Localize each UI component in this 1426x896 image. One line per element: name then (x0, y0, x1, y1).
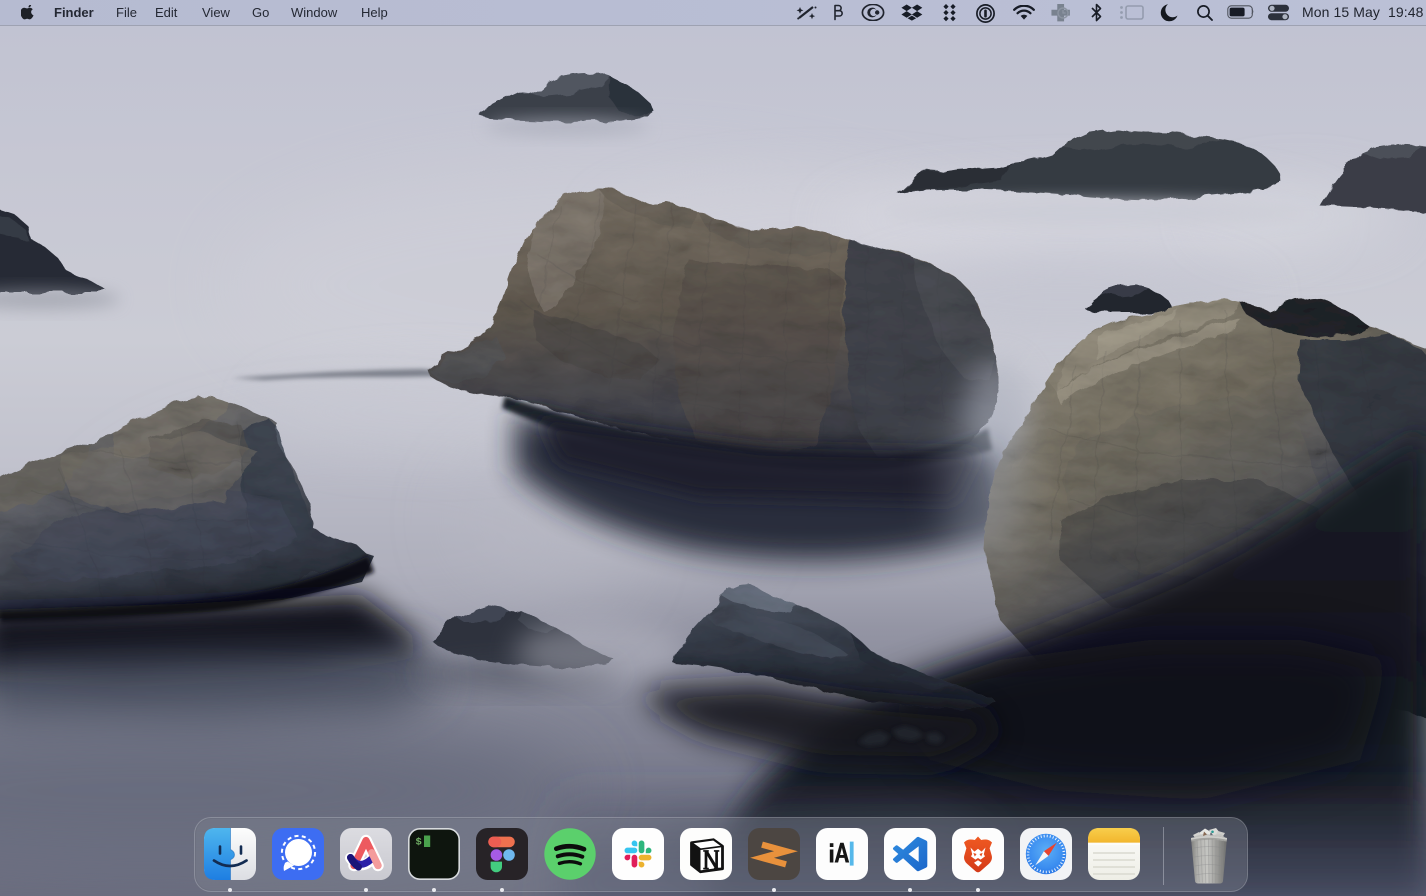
svg-text:$: $ (416, 837, 422, 849)
